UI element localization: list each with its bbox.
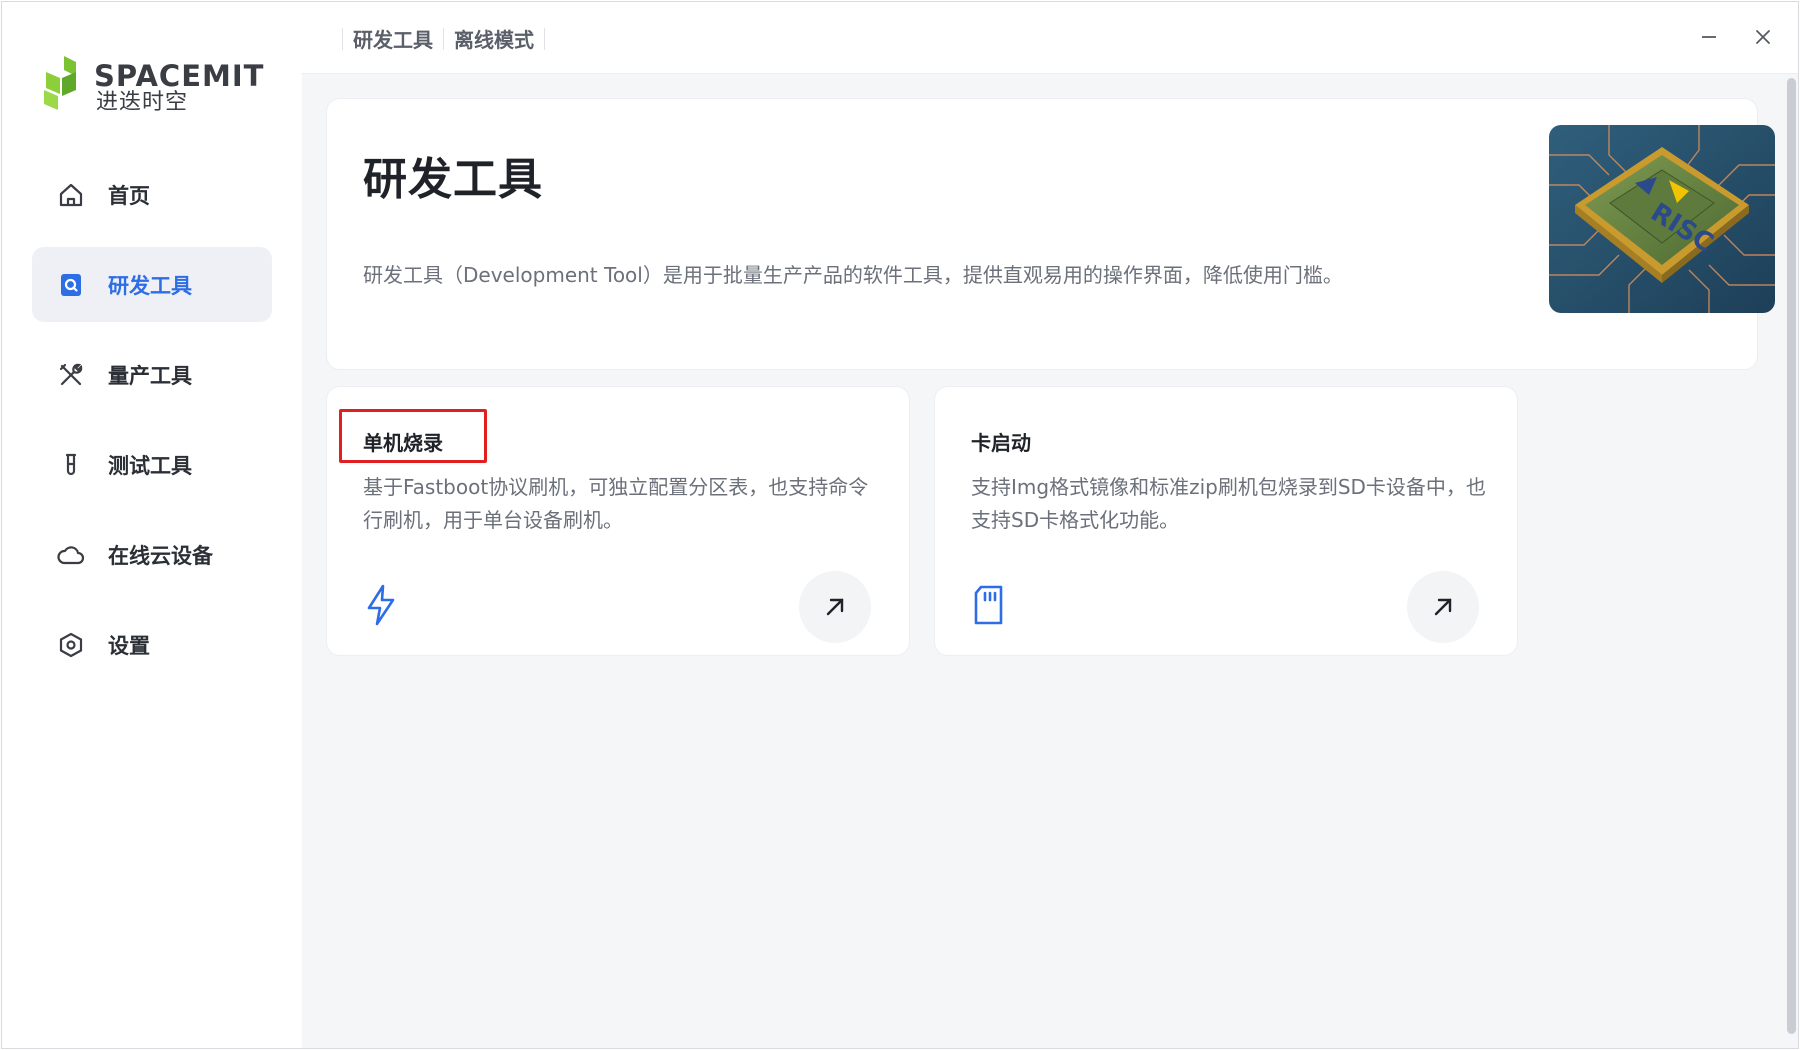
card-single-flash[interactable]: 单机烧录 基于Fastboot协议刷机，可独立配置分区表，也支持命令行刷机，用于… <box>326 386 910 656</box>
arrow-up-right-icon <box>1434 598 1452 616</box>
breadcrumb-divider <box>342 27 343 50</box>
hero-card: 研发工具 研发工具（Development Tool）是用于批量生产产品的软件工… <box>326 98 1775 370</box>
arrow-up-right-icon <box>826 598 844 616</box>
breadcrumb-divider <box>544 27 545 50</box>
sidebar: SPACEMIT 进迭时空 首页 研发工具 量产工具 测试工具 在线云设备 设置 <box>2 2 302 1048</box>
sidebar-item-label: 设置 <box>108 633 150 658</box>
title-bar: 研发工具 离线模式 <box>302 2 1798 74</box>
sidebar-item-label: 测试工具 <box>108 453 192 478</box>
lightning-icon <box>363 583 399 627</box>
main-content: 研发工具 研发工具（Development Tool）是用于批量生产产品的软件工… <box>302 74 1798 1048</box>
open-arrow-button[interactable] <box>799 571 871 643</box>
breadcrumb-item-offline-mode[interactable]: 离线模式 <box>454 24 534 53</box>
card-title: 单机烧录 <box>363 431 443 455</box>
spacemit-logo-icon <box>44 56 76 110</box>
sidebar-item-test-tools[interactable]: 测试工具 <box>32 427 272 502</box>
vertical-scrollbar[interactable] <box>1784 74 1798 1048</box>
sd-card-icon <box>971 583 1007 627</box>
dev-tool-icon <box>56 270 86 300</box>
logo-text-en: SPACEMIT <box>94 59 265 93</box>
cloud-icon <box>56 540 86 570</box>
sidebar-item-dev-tools[interactable]: 研发工具 <box>32 247 272 322</box>
minimize-button[interactable] <box>1692 20 1726 54</box>
card-description: 支持Img格式镜像和标准zip刷机包烧录到SD卡设备中，也支持SD卡格式化功能。 <box>971 475 1486 532</box>
sidebar-item-mass-production[interactable]: 量产工具 <box>32 337 272 412</box>
tools-icon <box>56 360 86 390</box>
sidebar-item-label: 研发工具 <box>108 273 192 298</box>
breadcrumb: 研发工具 离线模式 <box>332 24 555 53</box>
breadcrumb-divider <box>443 27 444 50</box>
risc-v-chip-image: RISC <box>1549 125 1775 313</box>
card-sd-boot[interactable]: 卡启动 支持Img格式镜像和标准zip刷机包烧录到SD卡设备中，也支持SD卡格式… <box>934 386 1518 656</box>
sidebar-item-settings[interactable]: 设置 <box>32 607 272 682</box>
minimize-icon <box>1702 36 1716 38</box>
close-icon <box>1756 30 1770 44</box>
sidebar-item-label: 首页 <box>108 183 150 208</box>
page-title: 研发工具 <box>363 154 543 205</box>
open-arrow-button[interactable] <box>1407 571 1479 643</box>
breadcrumb-item-dev-tools[interactable]: 研发工具 <box>353 24 433 53</box>
app-window: SPACEMIT 进迭时空 首页 研发工具 量产工具 测试工具 在线云设备 设置… <box>1 1 1799 1049</box>
app-logo: SPACEMIT 进迭时空 <box>40 54 280 120</box>
sidebar-item-cloud-devices[interactable]: 在线云设备 <box>32 517 272 592</box>
sidebar-item-label: 量产工具 <box>108 363 192 388</box>
sidebar-item-home[interactable]: 首页 <box>32 157 272 232</box>
sidebar-nav: 首页 研发工具 量产工具 测试工具 在线云设备 设置 <box>32 157 272 697</box>
logo-text-cn: 进迭时空 <box>96 90 189 115</box>
page-description: 研发工具（Development Tool）是用于批量生产产品的软件工具，提供直… <box>363 263 1343 287</box>
card-description: 基于Fastboot协议刷机，可独立配置分区表，也支持命令行刷机，用于单台设备刷… <box>363 475 869 532</box>
home-icon <box>56 180 86 210</box>
settings-icon <box>56 630 86 660</box>
test-tube-icon <box>56 450 86 480</box>
card-title: 卡启动 <box>971 431 1031 455</box>
sidebar-item-label: 在线云设备 <box>108 543 213 568</box>
scrollbar-thumb[interactable] <box>1787 78 1796 1034</box>
close-button[interactable] <box>1746 20 1780 54</box>
